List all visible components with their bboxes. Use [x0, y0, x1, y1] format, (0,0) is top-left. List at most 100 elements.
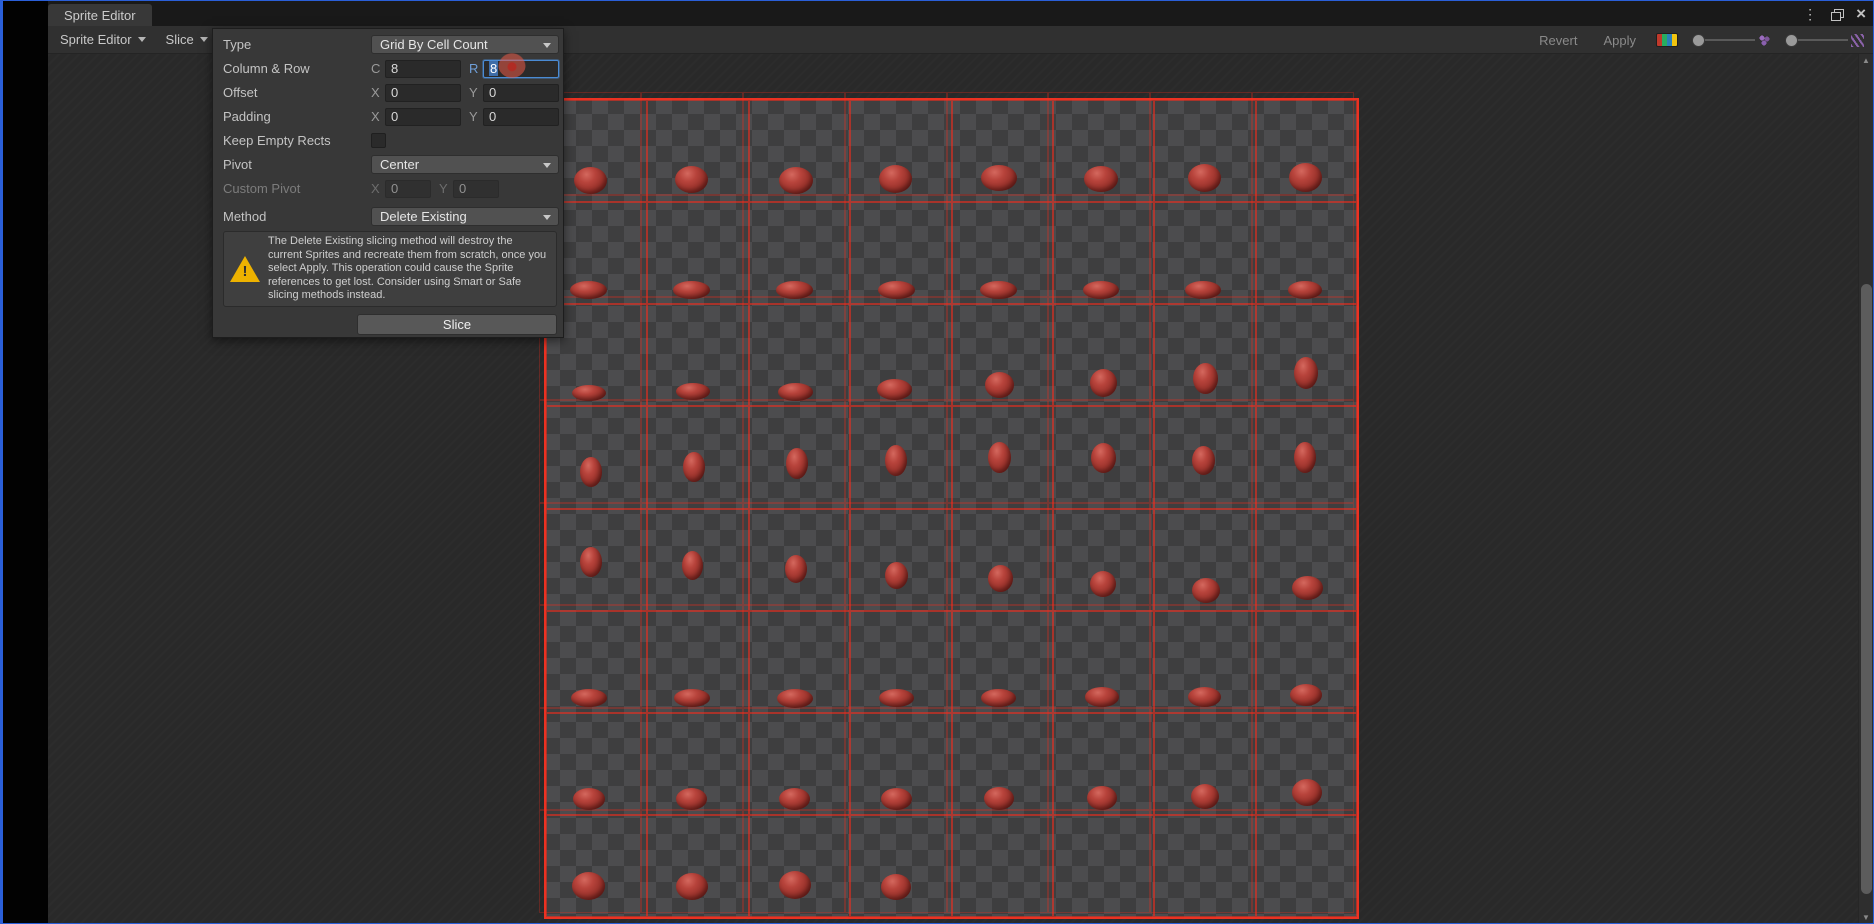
keep-empty-rects-checkbox[interactable] [371, 133, 386, 148]
sprite-ball [674, 689, 710, 707]
method-dropdown[interactable]: Delete Existing [371, 207, 559, 226]
slice-grid-cell [1048, 810, 1150, 913]
scroll-up-icon[interactable]: ▲ [1859, 54, 1873, 68]
slice-menu-label: Slice [166, 32, 194, 47]
sprite-ball [1090, 571, 1116, 597]
sprite-ball [683, 452, 705, 482]
sprite-ball [1294, 442, 1316, 473]
sprite-ball [676, 873, 708, 900]
sprite-ball [988, 565, 1013, 592]
type-dropdown[interactable]: Grid By Cell Count [371, 35, 559, 54]
sprite-ball [1289, 163, 1322, 192]
sprite-ball [1192, 446, 1215, 475]
background-strip [3, 1, 48, 923]
scrollbar-thumb[interactable] [1861, 284, 1872, 894]
slice-grid-cell [1150, 810, 1252, 913]
warning-text: The Delete Existing slicing method will … [268, 235, 548, 303]
tab-sprite-editor[interactable]: Sprite Editor [48, 4, 152, 26]
custom-pivot-y-field: 0 [453, 180, 499, 198]
x-prefix: X [371, 85, 385, 100]
sprite-ball [1091, 443, 1116, 473]
offset-x-value: 0 [391, 85, 398, 100]
sprite-ball [675, 166, 708, 193]
y-prefix: Y [469, 85, 483, 100]
zoom-slider[interactable] [1785, 34, 1864, 47]
slice-grid-cell[interactable] [546, 815, 647, 917]
previous-slice-grid [539, 92, 1354, 913]
slice-grid-cell [641, 400, 743, 503]
custom-pivot-x-field: 0 [385, 180, 431, 198]
slider-handle[interactable] [1692, 34, 1705, 47]
revert-button[interactable]: Revert [1533, 33, 1583, 48]
slice-menu-dropdown[interactable]: Slice [158, 28, 216, 51]
sprite-ball [1185, 281, 1221, 299]
texture-filter-icon [1758, 34, 1771, 47]
y-prefix: Y [439, 181, 453, 196]
sprite-ball [1087, 786, 1117, 810]
sprite-ball [779, 167, 813, 194]
sprite-editor-mode-label: Sprite Editor [60, 32, 132, 47]
apply-button[interactable]: Apply [1597, 33, 1642, 48]
chevron-down-icon [138, 37, 146, 42]
slice-grid-cell[interactable] [546, 406, 647, 508]
custom-pivot-row: Custom Pivot X 0 Y 0 [223, 179, 559, 198]
restore-window-icon[interactable] [1831, 9, 1842, 19]
pivot-row: Pivot Center [223, 155, 559, 174]
slice-grid-cell[interactable] [1154, 815, 1255, 917]
offset-y-field[interactable]: 0 [483, 84, 559, 102]
custom-pivot-x-value: 0 [391, 181, 398, 196]
window-menu-icon[interactable]: ⋮ [1803, 7, 1817, 21]
color-alpha-toggle-icon[interactable] [1656, 33, 1678, 47]
sprite-ball [673, 281, 710, 299]
type-row: Type Grid By Cell Count [223, 35, 559, 54]
offset-label: Offset [223, 85, 371, 100]
row-count-field[interactable]: 8 [483, 60, 559, 78]
sprite-ball [573, 788, 605, 810]
padding-y-value: 0 [489, 109, 496, 124]
slice-grid-cell[interactable] [850, 509, 951, 611]
slice-grid-cell[interactable] [952, 509, 1053, 611]
padding-label: Padding [223, 109, 371, 124]
column-row-row: Column & Row C 8 R 8 [223, 59, 559, 78]
slice-grid-cell[interactable] [1053, 815, 1154, 917]
sprite-sheet[interactable] [544, 98, 1359, 919]
column-count-field[interactable]: 8 [385, 60, 461, 78]
slice-grid-cell[interactable] [1256, 815, 1357, 917]
offset-row: Offset X 0 Y 0 [223, 83, 559, 102]
sprite-ball [571, 689, 607, 707]
method-label: Method [223, 209, 371, 224]
slice-grid-cell[interactable] [1256, 304, 1357, 406]
sprite-ball [1193, 363, 1218, 394]
scroll-down-icon[interactable]: ▼ [1859, 911, 1873, 924]
type-value: Grid By Cell Count [380, 37, 488, 52]
pivot-dropdown[interactable]: Center [371, 155, 559, 174]
sprite-ball [1188, 164, 1221, 192]
padding-y-field[interactable]: 0 [483, 108, 559, 126]
padding-x-field[interactable]: 0 [385, 108, 461, 126]
sprite-ball [881, 788, 912, 810]
sprite-editor-mode-dropdown[interactable]: Sprite Editor [52, 28, 154, 51]
keep-empty-rects-row: Keep Empty Rects [223, 131, 559, 150]
slice-button-row: Slice [223, 314, 559, 335]
pivot-value: Center [380, 157, 419, 172]
slice-grid-cell[interactable] [952, 815, 1053, 917]
offset-x-field[interactable]: 0 [385, 84, 461, 102]
slice-grid-cell [1252, 810, 1354, 913]
close-window-icon[interactable]: × [1856, 5, 1866, 22]
method-row: Method Delete Existing [223, 207, 559, 226]
vertical-scrollbar[interactable]: ▲ ▼ [1858, 54, 1873, 924]
chevron-down-icon [543, 163, 551, 168]
slice-grid-cell[interactable] [647, 815, 748, 917]
sprite-ball [981, 165, 1017, 191]
sprite-ball [1294, 357, 1318, 389]
mipmap-slider[interactable] [1692, 34, 1771, 47]
sprite-ball [779, 871, 811, 899]
slice-grid-cell [743, 503, 845, 606]
slice-grid [544, 98, 1359, 919]
sprite-ball [676, 788, 707, 810]
slice-grid-cell[interactable] [749, 815, 850, 917]
slice-grid-cell[interactable] [850, 815, 951, 917]
slice-button[interactable]: Slice [357, 314, 557, 335]
slider-handle[interactable] [1785, 34, 1798, 47]
sprite-ball [980, 281, 1017, 299]
